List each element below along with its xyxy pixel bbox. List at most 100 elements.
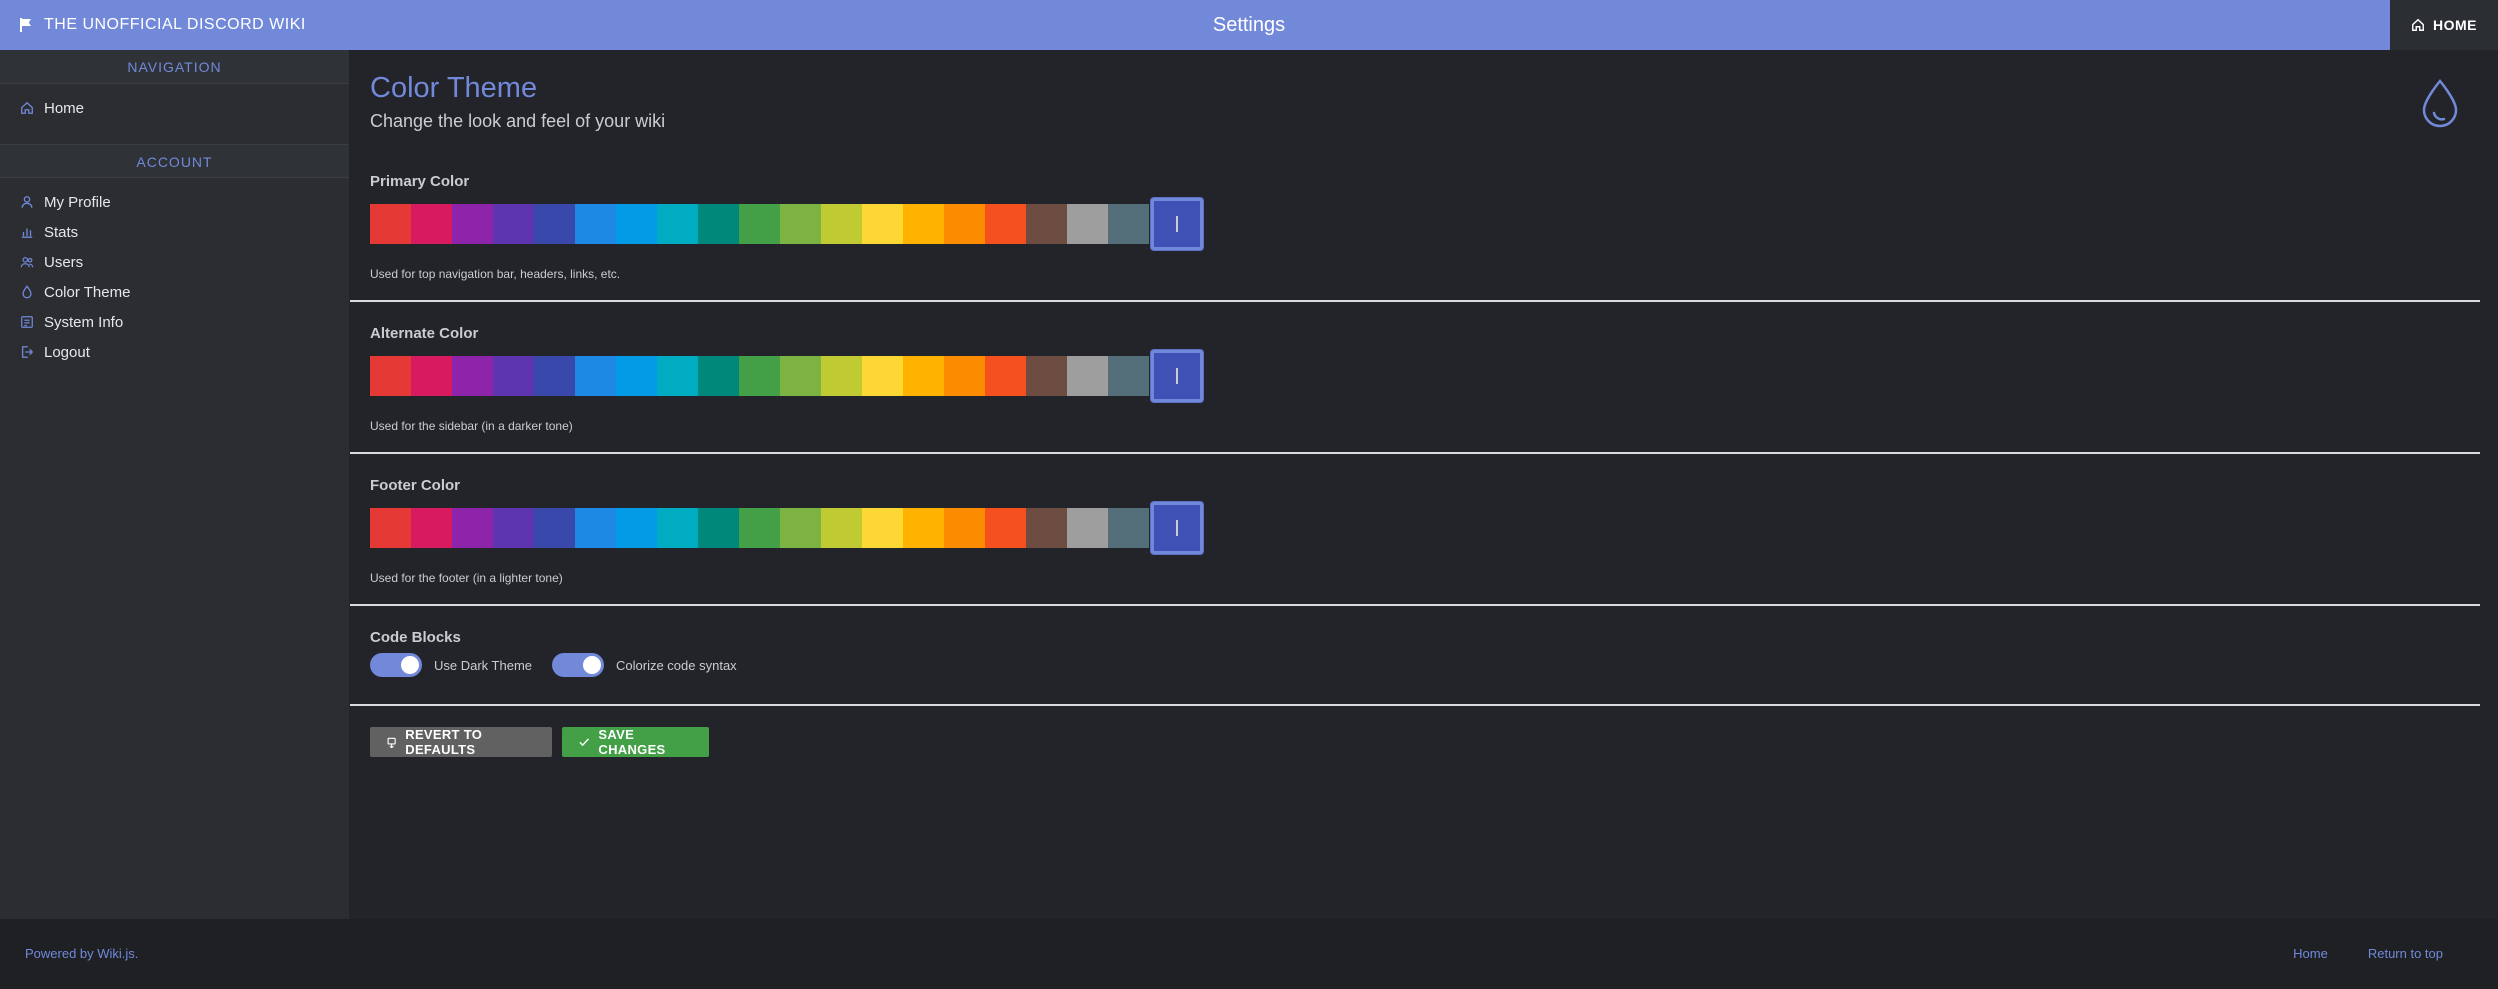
selected-color-swatch[interactable]	[1151, 350, 1203, 402]
footer-color-label: Footer Color	[370, 477, 460, 494]
top-navigation-bar: THE UNOFFICIAL DISCORD WIKI Settings HOM…	[0, 0, 2498, 50]
powered-by-link[interactable]: Powered by Wiki.js.	[25, 919, 138, 989]
selected-color-swatch[interactable]	[1151, 198, 1203, 250]
color-swatch[interactable]	[985, 508, 1026, 548]
color-swatch[interactable]	[698, 508, 739, 548]
color-swatch[interactable]	[698, 356, 739, 396]
color-swatch[interactable]	[370, 508, 411, 548]
color-swatch[interactable]	[657, 356, 698, 396]
color-swatch[interactable]	[616, 508, 657, 548]
color-swatch[interactable]	[411, 204, 452, 244]
sidebar-item-stats[interactable]: Stats	[0, 217, 349, 247]
color-swatch[interactable]	[821, 204, 862, 244]
color-swatch[interactable]	[370, 204, 411, 244]
color-swatch[interactable]	[657, 508, 698, 548]
colorize-syntax-switch[interactable]	[552, 653, 605, 677]
home-button[interactable]: HOME	[2390, 0, 2498, 50]
footer-home-link[interactable]: Home	[2293, 919, 2328, 989]
color-swatch[interactable]	[985, 204, 1026, 244]
color-swatch[interactable]	[862, 508, 903, 548]
flag-icon	[20, 18, 32, 32]
color-swatch[interactable]	[1108, 356, 1149, 396]
color-swatch[interactable]	[534, 508, 575, 548]
revert-to-defaults-button[interactable]: REVERT TO DEFAULTS	[370, 727, 552, 757]
code-blocks-setting: Code Blocks Use Dark Theme Colorize code…	[350, 606, 2480, 706]
navigation-section-header: NAVIGATION	[0, 50, 349, 84]
color-swatch[interactable]	[903, 356, 944, 396]
color-swatch[interactable]	[1026, 508, 1067, 548]
color-swatch[interactable]	[657, 204, 698, 244]
color-swatch[interactable]	[452, 508, 493, 548]
color-swatch[interactable]	[575, 356, 616, 396]
code-blocks-toggles: Use Dark Theme Colorize code syntax	[370, 653, 737, 677]
return-to-top-link[interactable]: Return to top	[2368, 919, 2443, 989]
color-swatch[interactable]	[534, 356, 575, 396]
color-swatch[interactable]	[616, 356, 657, 396]
color-swatch[interactable]	[1108, 204, 1149, 244]
color-swatch[interactable]	[780, 204, 821, 244]
color-swatch[interactable]	[739, 356, 780, 396]
footer-links: Home Return to top	[2293, 919, 2443, 989]
sidebar-item-logout[interactable]: Logout	[0, 337, 349, 367]
selection-marker	[1176, 520, 1178, 536]
sidebar-item-label: Logout	[44, 343, 90, 361]
color-swatch[interactable]	[493, 204, 534, 244]
alternate-color-hint: Used for the sidebar (in a darker tone)	[370, 419, 573, 433]
chart-icon	[21, 228, 33, 238]
color-swatch[interactable]	[739, 204, 780, 244]
sidebar-item-label: Stats	[44, 223, 79, 241]
color-swatch[interactable]	[698, 204, 739, 244]
sidebar-item-label: My Profile	[44, 193, 111, 211]
page-title: Settings	[1212, 14, 1286, 36]
color-swatch[interactable]	[944, 204, 985, 244]
sidebar-item-color-theme[interactable]: Color Theme	[0, 277, 349, 307]
color-swatch[interactable]	[862, 204, 903, 244]
color-swatch[interactable]	[1108, 508, 1149, 548]
info-icon	[21, 316, 33, 328]
color-swatch[interactable]	[411, 356, 452, 396]
color-swatch[interactable]	[370, 356, 411, 396]
color-swatch[interactable]	[903, 204, 944, 244]
color-swatch[interactable]	[575, 508, 616, 548]
sidebar-item-home[interactable]: Home	[0, 93, 349, 123]
dark-theme-switch[interactable]	[370, 653, 422, 677]
selection-marker	[1176, 216, 1178, 232]
save-changes-button[interactable]: SAVE CHANGES	[562, 727, 709, 757]
site-brand[interactable]: THE UNOFFICIAL DISCORD WIKI	[20, 0, 306, 50]
sidebar-item-system-info[interactable]: System Info	[0, 307, 349, 337]
color-swatch[interactable]	[780, 356, 821, 396]
section-heading: Color Theme	[370, 72, 538, 104]
color-swatch[interactable]	[944, 356, 985, 396]
color-swatch[interactable]	[411, 508, 452, 548]
color-swatch[interactable]	[944, 508, 985, 548]
color-swatch[interactable]	[780, 508, 821, 548]
color-swatch[interactable]	[1067, 508, 1108, 548]
color-swatch[interactable]	[616, 204, 657, 244]
selected-color-swatch[interactable]	[1151, 502, 1203, 554]
sidebar-item-users[interactable]: Users	[0, 247, 349, 277]
color-swatch[interactable]	[452, 356, 493, 396]
color-swatch[interactable]	[493, 356, 534, 396]
color-swatch[interactable]	[534, 204, 575, 244]
users-icon	[20, 257, 34, 268]
color-swatch[interactable]	[1067, 356, 1108, 396]
color-swatch[interactable]	[821, 508, 862, 548]
color-swatch[interactable]	[1026, 356, 1067, 396]
color-swatch[interactable]	[821, 356, 862, 396]
color-swatch[interactable]	[739, 508, 780, 548]
color-swatch[interactable]	[1026, 204, 1067, 244]
sidebar-item-my-profile[interactable]: My Profile	[0, 187, 349, 217]
color-swatch[interactable]	[452, 204, 493, 244]
color-swatch[interactable]	[493, 508, 534, 548]
color-swatch[interactable]	[985, 356, 1026, 396]
footer-color-hint: Used for the footer (in a lighter tone)	[370, 571, 563, 585]
action-buttons: REVERT TO DEFAULTS SAVE CHANGES	[370, 727, 709, 757]
color-swatch[interactable]	[1067, 204, 1108, 244]
colorize-syntax-toggle[interactable]: Colorize code syntax	[552, 653, 737, 677]
section-subheading: Change the look and feel of your wiki	[370, 111, 666, 131]
color-swatch[interactable]	[575, 204, 616, 244]
dark-theme-toggle[interactable]: Use Dark Theme	[370, 653, 532, 677]
color-swatch[interactable]	[903, 508, 944, 548]
account-section-header: ACCOUNT	[0, 144, 349, 178]
color-swatch[interactable]	[862, 356, 903, 396]
